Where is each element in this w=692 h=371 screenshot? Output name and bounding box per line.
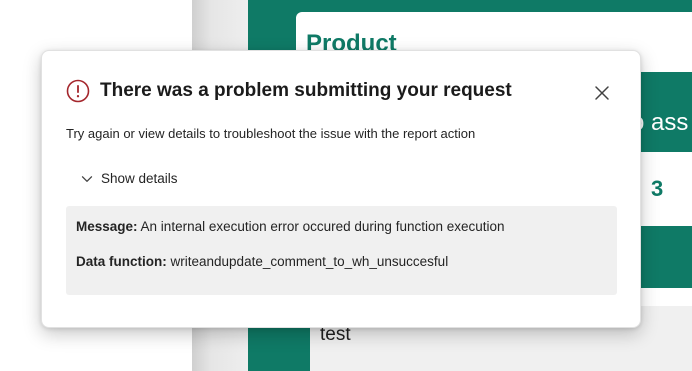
message-value: An internal execution error occured duri… [140,219,505,234]
show-details-toggle[interactable]: Show details [80,171,178,186]
card-value: 3 [651,176,664,201]
show-details-label: Show details [101,171,178,186]
message-label: Message: [76,219,138,234]
dialog-header: There was a problem submitting your requ… [66,79,512,103]
dialog-title: There was a problem submitting your requ… [100,80,512,101]
close-button[interactable] [590,81,614,105]
close-icon [595,86,609,100]
chevron-down-icon [81,175,93,182]
error-dialog: There was a problem submitting your requ… [41,50,641,328]
error-message-row: Message: An internal execution error occ… [76,219,505,234]
data-function-label: Data function: [76,254,167,269]
dialog-subtitle: Try again or view details to troubleshoo… [66,126,476,141]
error-circle-icon [66,79,90,103]
data-function-value: writeandupdate_comment_to_wh_unsuccesful [170,254,449,269]
error-details-box: Message: An internal execution error occ… [66,206,617,295]
data-function-row: Data function: writeandupdate_comment_to… [76,254,448,269]
